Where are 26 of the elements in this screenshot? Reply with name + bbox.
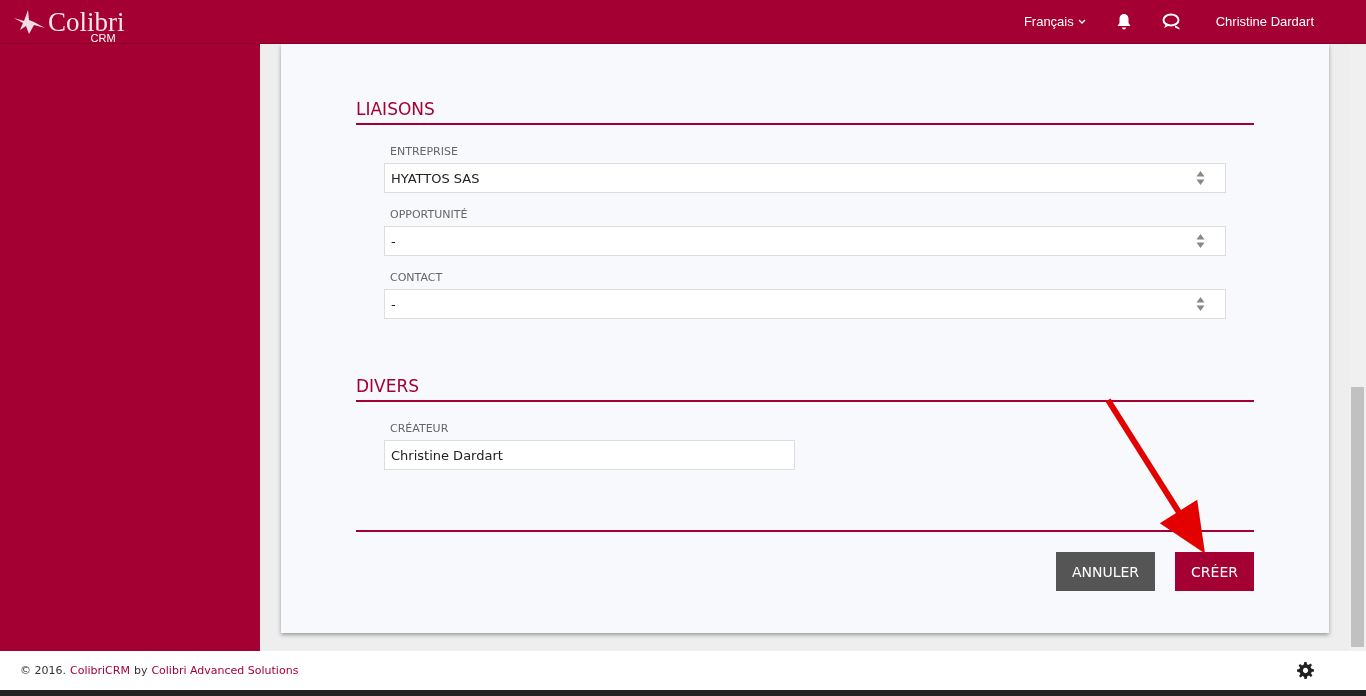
language-dropdown[interactable]: Français (1023, 14, 1086, 29)
section-heading: LIAISONS (356, 99, 1254, 125)
field-label: OPPORTUNITÉ (390, 208, 469, 222)
select-field[interactable]: - (384, 226, 1226, 256)
section-heading: DIVERS (356, 376, 1254, 402)
chat-bubbles-icon[interactable] (1161, 12, 1182, 31)
footer-text: by (133, 664, 148, 677)
sort-arrows-icon (1196, 233, 1205, 249)
field-label: ENTREPRISE (390, 145, 459, 159)
company-link[interactable]: Colibri Advanced Solutions (151, 664, 299, 677)
text-field[interactable]: Christine Dardart (384, 440, 795, 470)
user-name[interactable]: Christine Dardart (1215, 14, 1314, 29)
brand-link[interactable]: ColibriCRM (70, 664, 130, 677)
sort-arrows-icon (1196, 170, 1205, 186)
cancel-button[interactable]: ANNULER (1055, 552, 1156, 591)
bell-icon[interactable] (1115, 13, 1132, 30)
select-field[interactable]: - (384, 289, 1226, 319)
logo-subtext: CRM (90, 31, 116, 44)
select-field[interactable]: HYATTOS SAS (384, 163, 1226, 193)
copyright-text: © 2016. (20, 664, 66, 677)
chevron-down-icon (1077, 19, 1086, 24)
settings-icon[interactable] (1297, 662, 1314, 679)
sort-arrows-icon (1196, 296, 1205, 312)
create-button[interactable]: CRÉER (1175, 552, 1254, 591)
field-label: CONTACT (390, 271, 444, 285)
field-label: CRÉATEUR (390, 422, 450, 436)
